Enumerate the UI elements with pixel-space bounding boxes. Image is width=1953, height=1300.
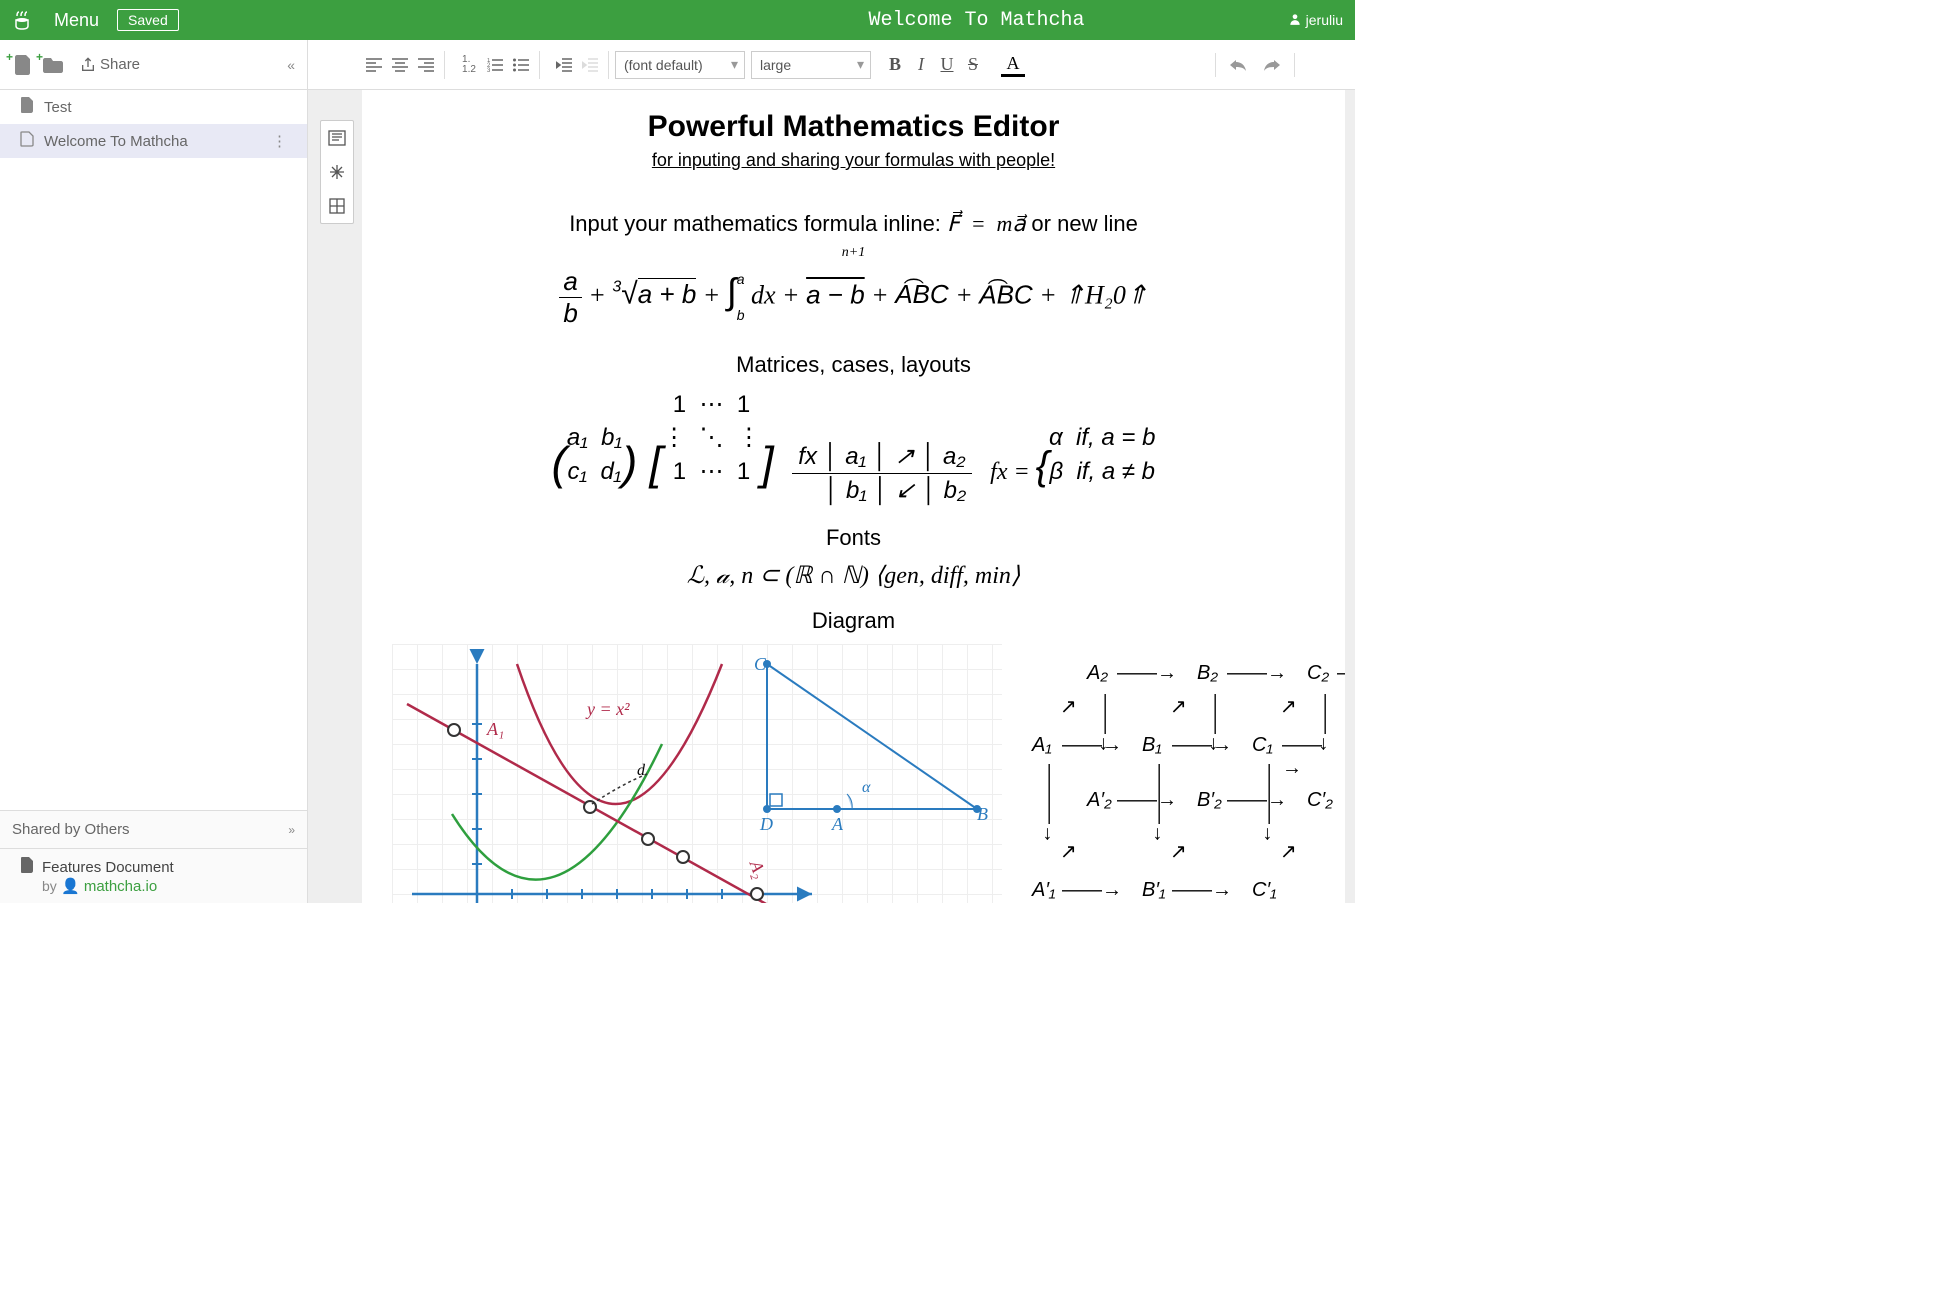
- share-label: Share: [100, 56, 140, 73]
- label-d: d: [637, 762, 645, 780]
- diagram-label: Diagram: [392, 608, 1315, 634]
- document-name: Welcome To Mathcha: [44, 133, 188, 150]
- app-logo-icon: [12, 8, 36, 32]
- document-title: Welcome To Mathcha: [868, 9, 1084, 32]
- label-alpha: α: [862, 779, 870, 797]
- page-title: Powerful Mathematics Editor: [392, 110, 1315, 144]
- new-folder-button[interactable]: +: [42, 54, 64, 76]
- bullet-list-button[interactable]: [509, 53, 533, 77]
- insert-text-button[interactable]: [321, 121, 353, 155]
- features-label: Features Document: [42, 859, 174, 876]
- user-menu[interactable]: jeruliu: [1288, 12, 1343, 29]
- document-page[interactable]: Powerful Mathematics Editor for inputing…: [362, 90, 1345, 903]
- graph-plot: y = x² y = x³ A₁ A₂ d C D A B α: [392, 644, 1002, 903]
- item-actions-icon[interactable]: ⋮: [272, 132, 287, 150]
- shared-label: Shared by Others: [12, 821, 130, 838]
- numbered-list1-button[interactable]: 1.1.2: [457, 53, 481, 77]
- fonts-label: Fonts: [392, 525, 1315, 551]
- nplus1: n+1: [392, 245, 1315, 261]
- collapse-sidebar-icon[interactable]: «: [287, 57, 295, 73]
- font-family-dropdown[interactable]: (font default): [615, 51, 745, 79]
- toolbar: + + Share « 1.1.2 123 (font default) lar: [0, 40, 1355, 90]
- commutative-diagram: A₂ B₂ C₂ A₁ B₁ C₁ A′₂ B′₂ C′₂ A′₁ B′₁ C′…: [1032, 644, 1315, 903]
- page-subtitle: for inputing and sharing your formulas w…: [392, 150, 1315, 171]
- label-dd: D: [760, 814, 773, 835]
- user-name: jeruliu: [1306, 12, 1343, 28]
- align-right-button[interactable]: [414, 53, 438, 77]
- share-button[interactable]: Share: [80, 56, 140, 73]
- document-item[interactable]: Welcome To Mathcha ⋮: [0, 124, 307, 158]
- label-a1: A₁: [487, 719, 504, 740]
- undo-button[interactable]: [1226, 53, 1250, 77]
- redo-button[interactable]: [1260, 53, 1284, 77]
- label-bb: B: [977, 804, 988, 825]
- expand-icon: »: [288, 823, 295, 837]
- shared-section[interactable]: Shared by Others »: [0, 810, 307, 848]
- eq-parabola: y = x²: [587, 699, 630, 720]
- menu-button[interactable]: Menu: [54, 10, 99, 31]
- user-icon: [1288, 12, 1302, 29]
- fonts-line: ℒ, 𝒶, n ⊂ (ℝ ∩ ℕ) ⟨gen, diff, min⟩: [392, 561, 1315, 590]
- matrices-label: Matrices, cases, layouts: [392, 352, 1315, 378]
- document-name: Test: [44, 99, 72, 116]
- insert-table-button[interactable]: [321, 189, 353, 223]
- editor-area: Powerful Mathematics Editor for inputing…: [308, 90, 1355, 903]
- saved-badge: Saved: [117, 9, 179, 31]
- italic-button[interactable]: I: [909, 53, 933, 77]
- indent-button[interactable]: [578, 53, 602, 77]
- formula-1: ab + 3√a + b + ∫ab dx + a − b + A͡BC + A…: [392, 261, 1315, 334]
- bold-button[interactable]: B: [883, 53, 907, 77]
- user-icon: 👤: [61, 878, 84, 895]
- matrices-line: (a₁ b₁c₁ d₁) [1 ⋯ 1⋮ ⋱ ⋮1 ⋯ 1] fx │ a₁ │…: [392, 388, 1315, 507]
- label-c: C: [754, 654, 766, 675]
- document-icon: [20, 131, 34, 151]
- svg-text:3: 3: [487, 68, 491, 72]
- new-document-button[interactable]: +: [12, 54, 34, 76]
- insert-toolbar: [320, 120, 354, 224]
- ordered-list-button[interactable]: 123: [483, 53, 507, 77]
- font-size-dropdown[interactable]: large: [751, 51, 871, 79]
- label-aa: A: [832, 814, 843, 835]
- document-item[interactable]: Test: [0, 90, 307, 124]
- sidebar-toolbar: + + Share «: [0, 40, 308, 89]
- author-link[interactable]: mathcha.io: [84, 878, 157, 895]
- top-bar: Menu Saved Welcome To Mathcha jeruliu: [0, 0, 1355, 40]
- document-list: Test Welcome To Mathcha ⋮: [0, 90, 307, 810]
- align-left-button[interactable]: [362, 53, 386, 77]
- editor-toolbar: 1.1.2 123 (font default) large B I U S A: [308, 51, 1355, 79]
- inline-example: Input your mathematics formula inline: F…: [392, 211, 1315, 237]
- document-icon: [20, 857, 34, 877]
- underline-button[interactable]: U: [935, 53, 959, 77]
- outdent-button[interactable]: [552, 53, 576, 77]
- strike-button[interactable]: S: [961, 53, 985, 77]
- align-center-button[interactable]: [388, 53, 412, 77]
- font-color-button[interactable]: A: [1001, 53, 1025, 77]
- diagram-area: y = x² y = x³ A₁ A₂ d C D A B α A₂ B₂ C₂…: [392, 644, 1315, 903]
- document-icon: [20, 97, 34, 117]
- by-label: by: [42, 878, 57, 894]
- sidebar: Test Welcome To Mathcha ⋮ Shared by Othe…: [0, 90, 308, 903]
- features-doc[interactable]: Features Document by 👤 mathcha.io: [0, 848, 307, 903]
- insert-math-button[interactable]: [321, 155, 353, 189]
